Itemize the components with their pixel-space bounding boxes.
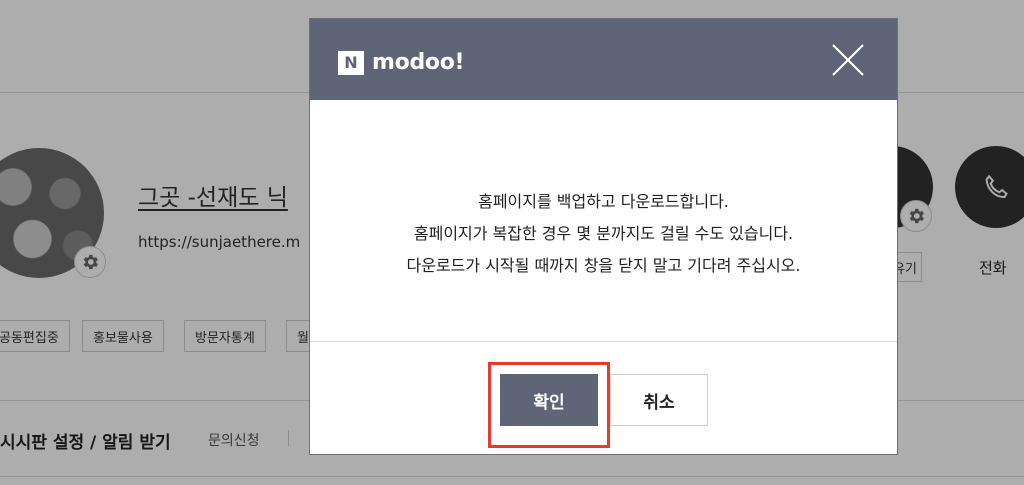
logo-text: modoo! [372, 50, 465, 75]
message-line-2: 홈페이지가 복잡한 경우 몇 분까지도 걸릴 수도 있습니다. [413, 224, 794, 243]
backup-dialog: N modoo! 홈페이지를 백업하고 다운로드합니다. 홈페이지가 복잡한 경… [309, 18, 898, 455]
close-button[interactable] [829, 41, 867, 79]
naver-logo-mark: N [338, 50, 364, 75]
message-line-3: 다운로드가 시작될 때까지 창을 닫지 말고 기다려 주십시오. [406, 256, 801, 275]
modoo-logo: N modoo! [338, 50, 465, 75]
dialog-header: N modoo! [310, 19, 897, 100]
cancel-button[interactable]: 취소 [610, 374, 708, 426]
close-icon [832, 44, 864, 76]
dialog-divider [310, 341, 897, 342]
message-line-1: 홈페이지를 백업하고 다운로드합니다. [478, 192, 729, 211]
confirm-highlight-box [488, 362, 610, 448]
